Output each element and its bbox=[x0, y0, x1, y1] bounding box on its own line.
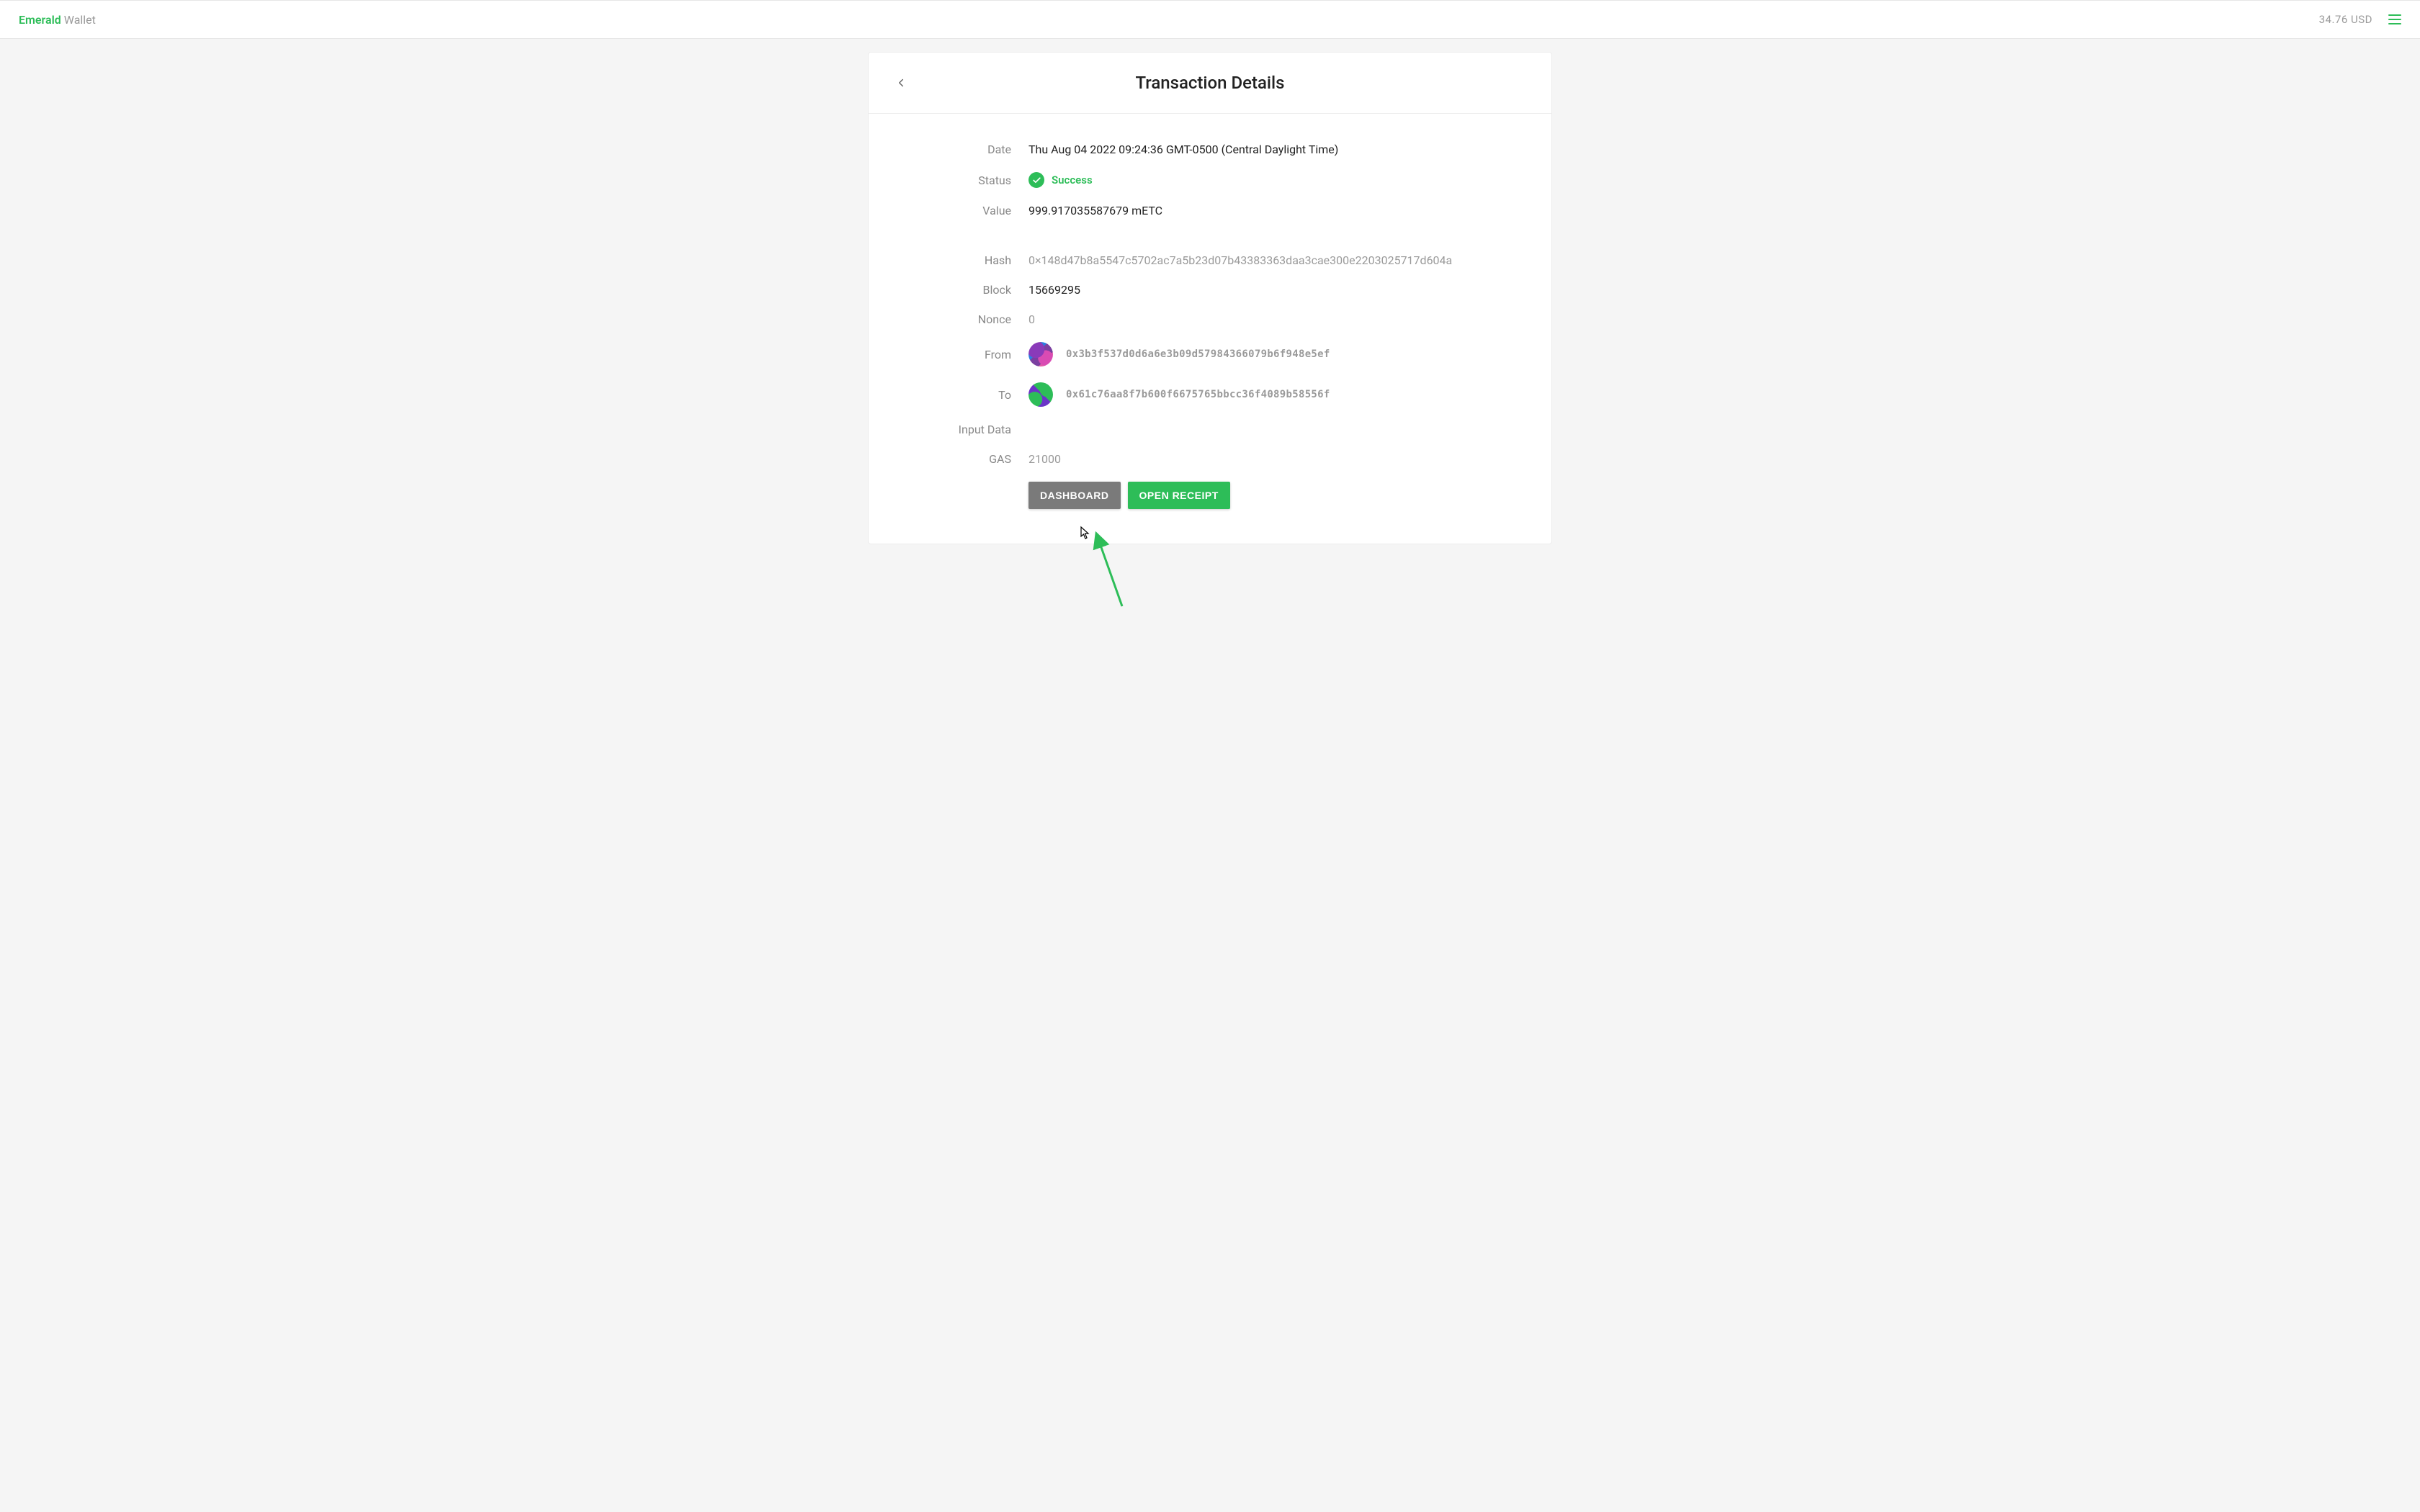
value-amount: 999.917035587679 mETC bbox=[1028, 204, 1162, 217]
transaction-card: Transaction Details Date Thu Aug 04 2022… bbox=[868, 52, 1552, 544]
open-receipt-button[interactable]: OPEN RECEIPT bbox=[1128, 482, 1230, 509]
brand: Emerald Wallet bbox=[19, 13, 96, 27]
back-button[interactable] bbox=[895, 76, 908, 89]
balance: 34.76 USD bbox=[2319, 13, 2372, 26]
label-to: To bbox=[897, 388, 1028, 402]
status-badge: Success bbox=[1028, 172, 1093, 188]
status-text: Success bbox=[1052, 174, 1093, 186]
card-header: Transaction Details bbox=[869, 53, 1551, 114]
identicon-from-icon bbox=[1028, 342, 1053, 366]
identicon-to-icon bbox=[1028, 382, 1053, 407]
row-nonce: Nonce 0 bbox=[897, 312, 1523, 326]
row-block: Block 15669295 bbox=[897, 283, 1523, 297]
actions: DASHBOARD OPEN RECEIPT bbox=[1028, 482, 1523, 509]
check-circle-icon bbox=[1028, 172, 1044, 188]
brand-wallet: Wallet bbox=[61, 13, 96, 27]
dashboard-button[interactable]: DASHBOARD bbox=[1028, 482, 1121, 509]
brand-emerald: Emerald bbox=[19, 13, 61, 27]
page-title: Transaction Details bbox=[869, 73, 1551, 93]
row-value: Value 999.917035587679 mETC bbox=[897, 204, 1523, 217]
app-header: Emerald Wallet 34.76 USD bbox=[0, 0, 2420, 39]
value-nonce: 0 bbox=[1028, 312, 1035, 326]
row-date: Date Thu Aug 04 2022 09:24:36 GMT-0500 (… bbox=[897, 143, 1523, 156]
to-address-group: 0x61c76aa8f7b600f6675765bbcc36f4089b5855… bbox=[1028, 382, 1330, 407]
label-date: Date bbox=[897, 143, 1028, 156]
label-value: Value bbox=[897, 204, 1028, 217]
row-status: Status Success bbox=[897, 172, 1523, 188]
header-right: 34.76 USD bbox=[2319, 13, 2401, 26]
label-status: Status bbox=[897, 174, 1028, 187]
row-to: To 0x61c76aa8f7b600f6675765bbcc36f4089b5… bbox=[897, 382, 1523, 407]
row-gas: GAS 21000 bbox=[897, 452, 1523, 466]
label-hash: Hash bbox=[897, 253, 1028, 267]
label-block: Block bbox=[897, 283, 1028, 297]
value-hash[interactable]: 0×148d47b8a5547c5702ac7a5b23d07b43383363… bbox=[1028, 253, 1452, 267]
value-from[interactable]: 0x3b3f537d0d6a6e3b09d57984366079b6f948e5… bbox=[1066, 348, 1330, 360]
label-from: From bbox=[897, 348, 1028, 361]
card-body: Date Thu Aug 04 2022 09:24:36 GMT-0500 (… bbox=[869, 114, 1551, 544]
value-gas: 21000 bbox=[1028, 452, 1061, 466]
label-input-data: Input Data bbox=[897, 423, 1028, 436]
from-address-group: 0x3b3f537d0d6a6e3b09d57984366079b6f948e5… bbox=[1028, 342, 1330, 366]
hamburger-menu-icon[interactable] bbox=[2388, 14, 2401, 24]
value-to[interactable]: 0x61c76aa8f7b600f6675765bbcc36f4089b5855… bbox=[1066, 389, 1330, 400]
row-hash: Hash 0×148d47b8a5547c5702ac7a5b23d07b433… bbox=[897, 253, 1523, 267]
chevron-left-icon bbox=[895, 76, 908, 89]
value-block: 15669295 bbox=[1028, 283, 1080, 297]
label-gas: GAS bbox=[897, 452, 1028, 466]
row-from: From 0x3b3f537d0d6a6e3b09d57984366079b6f… bbox=[897, 342, 1523, 366]
value-date: Thu Aug 04 2022 09:24:36 GMT-0500 (Centr… bbox=[1028, 143, 1338, 156]
row-input-data: Input Data bbox=[897, 423, 1523, 436]
label-nonce: Nonce bbox=[897, 312, 1028, 326]
